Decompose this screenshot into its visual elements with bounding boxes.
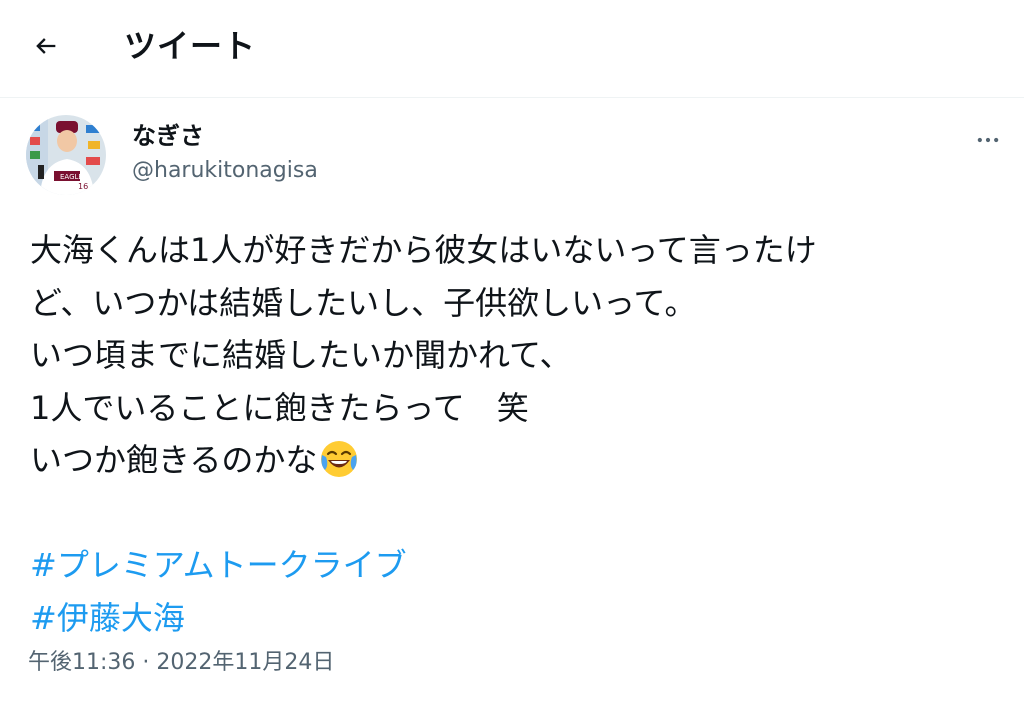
svg-text:EAGLES: EAGLES — [60, 173, 88, 181]
page-title: ツイート — [124, 27, 257, 65]
tweet-time[interactable]: 午後11:36 — [28, 650, 135, 675]
back-button[interactable] — [22, 26, 70, 66]
tweet-line: 大海くんは1人が好きだから彼女はいないって言ったけ — [30, 231, 817, 269]
top-bar: ツイート — [0, 0, 1024, 98]
author-display-name[interactable]: なぎさ — [132, 121, 204, 151]
more-options-button[interactable] — [970, 122, 1006, 158]
avatar-photo: EAGLES 16 — [26, 115, 106, 195]
back-arrow-icon — [36, 38, 56, 54]
tweet-line: いつか飽きるのかな — [30, 441, 318, 479]
author-handle[interactable]: @harukitonagisa — [132, 156, 318, 186]
tweet-text: 大海くんは1人が好きだから彼女はいないって言ったけ ど、いつかは結婚したいし、子… — [30, 224, 1010, 644]
tweet-line: いつ頃までに結婚したいか聞かれて、 — [30, 336, 572, 374]
hashtag-link[interactable]: #伊藤大海 — [30, 592, 1010, 645]
tweet-date[interactable]: 2022年11月24日 — [156, 650, 334, 675]
more-horizontal-icon — [977, 137, 999, 143]
tweet-timestamp[interactable]: 午後11:36 · 2022年11月24日 — [28, 648, 334, 678]
face-with-tears-of-joy-emoji — [319, 439, 359, 495]
svg-text:16: 16 — [78, 182, 88, 191]
tweet-line: ど、いつかは結婚したいし、子供欲しいって。 — [30, 283, 697, 322]
hashtag-link[interactable]: #プレミアムトークライブ — [30, 539, 1010, 592]
tweet-line-with-emoji: いつか飽きるのかな — [30, 434, 1010, 487]
meta-separator: · — [142, 650, 150, 675]
tweet-line: 1人でいることに飽きたらって 笑 — [30, 388, 529, 427]
avatar[interactable]: EAGLES 16 — [26, 115, 106, 195]
